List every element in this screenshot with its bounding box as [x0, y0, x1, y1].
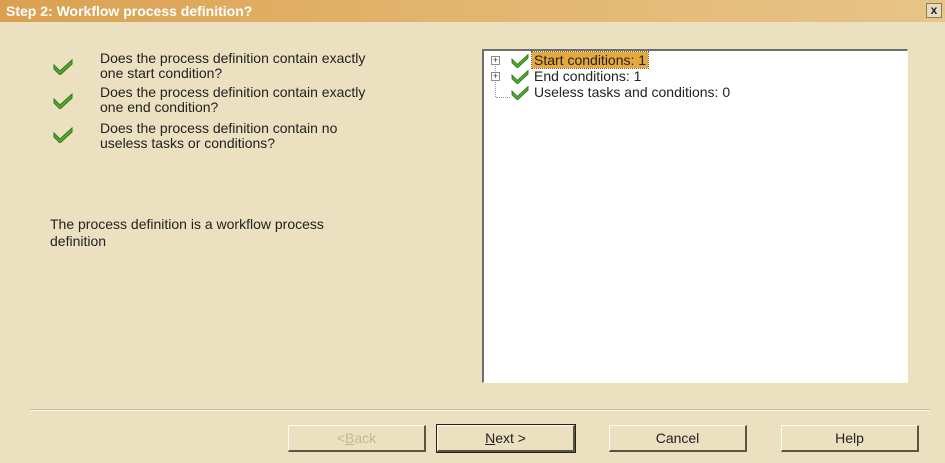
- question-start-condition: Does the process definition contain exac…: [100, 51, 480, 81]
- button-mnemonic: N: [485, 430, 496, 446]
- question-text-line: Does the process definition contain exac…: [100, 84, 366, 100]
- results-tree-view[interactable]: + Start conditions: 1 + End conditions: …: [482, 49, 908, 383]
- check-icon: [511, 53, 529, 68]
- check-icon: [53, 92, 73, 109]
- tree-item-label[interactable]: End conditions: 1: [532, 68, 643, 84]
- result-text-line: The process definition is a workflow pro…: [50, 216, 324, 232]
- cancel-button[interactable]: Cancel: [609, 425, 747, 452]
- button-label-prefix: <: [336, 430, 346, 446]
- expand-icon[interactable]: +: [491, 56, 500, 65]
- check-icon: [511, 69, 529, 84]
- question-text-line: useless tasks or conditions?: [100, 135, 276, 151]
- expand-icon[interactable]: +: [491, 72, 500, 81]
- title-bar: Step 2: Workflow process definition? x: [0, 0, 945, 22]
- result-text: The process definition is a workflow pro…: [50, 216, 460, 250]
- next-button[interactable]: Next >: [436, 424, 576, 453]
- back-button[interactable]: < Back: [288, 425, 426, 452]
- question-text-line: Does the process definition contain no: [100, 120, 338, 136]
- button-mnemonic: B: [345, 430, 355, 446]
- tree-item-label[interactable]: Start conditions: 1: [530, 51, 650, 69]
- close-button[interactable]: x: [926, 3, 942, 18]
- separator: [30, 409, 930, 411]
- question-text-line: Does the process definition contain exac…: [100, 50, 366, 66]
- button-label-suffix: ack: [354, 430, 377, 446]
- check-icon: [53, 126, 73, 143]
- question-end-condition: Does the process definition contain exac…: [100, 85, 480, 115]
- check-icon: [53, 58, 73, 75]
- wizard-dialog: Step 2: Workflow process definition? x D…: [0, 0, 945, 463]
- tree-item-end-conditions[interactable]: + End conditions: 1: [484, 68, 904, 85]
- button-label-suffix: ext >: [495, 430, 526, 446]
- tree-item-label[interactable]: Useless tasks and conditions: 0: [532, 84, 732, 100]
- question-text-line: one start condition?: [100, 65, 223, 81]
- tree-item-useless-tasks[interactable]: Useless tasks and conditions: 0: [484, 84, 904, 101]
- help-button[interactable]: Help: [781, 425, 919, 452]
- tree-item-start-conditions[interactable]: + Start conditions: 1: [484, 51, 904, 69]
- question-text-line: one end condition?: [100, 99, 219, 115]
- window-title: Step 2: Workflow process definition?: [6, 3, 253, 19]
- question-useless-tasks: Does the process definition contain no u…: [100, 121, 480, 151]
- check-icon: [511, 85, 529, 100]
- result-text-line: definition: [50, 233, 107, 249]
